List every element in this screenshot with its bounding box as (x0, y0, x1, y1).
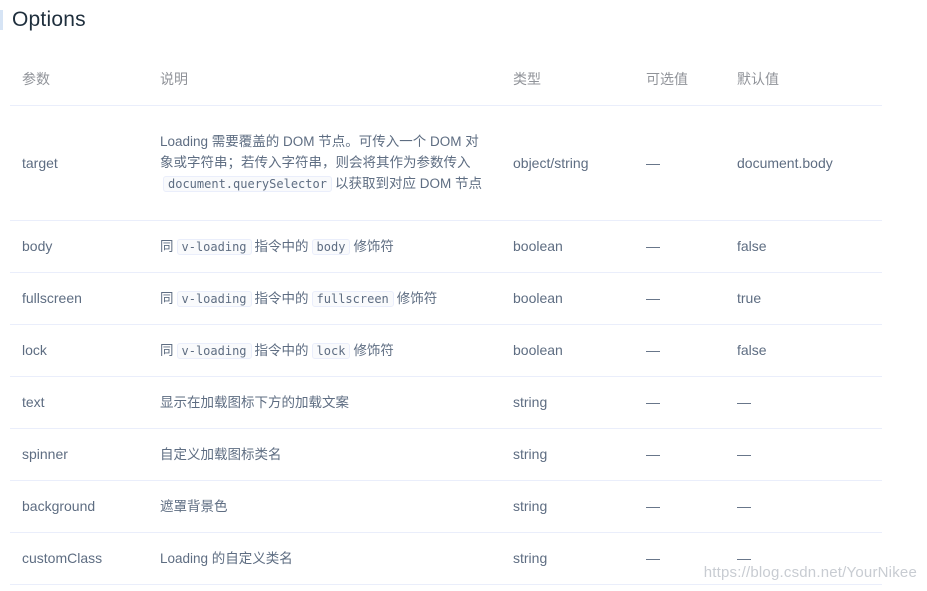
type-cell: string (501, 532, 634, 585)
code-snippet: v-loading (176, 290, 252, 307)
section-header: Options (0, 6, 86, 34)
type-cell: boolean (501, 220, 634, 273)
default-cell: document.body (725, 105, 882, 221)
description-text: 修饰符 (396, 290, 438, 306)
code-snippet: lock (311, 342, 351, 359)
section-title: Options (12, 8, 86, 31)
description-cell: 同 v-loading 指令中的 lock 修饰符 (148, 324, 501, 377)
options-cell: — (634, 105, 725, 221)
code-snippet: fullscreen (311, 290, 394, 307)
table-row: body 同 v-loading 指令中的 body 修饰符 boolean — fal… (10, 220, 882, 273)
param-cell: body (10, 220, 148, 273)
description-text: 指令中的 (254, 342, 309, 358)
code-snippet: body (311, 238, 351, 255)
header-options: 可选值 (634, 53, 725, 106)
options-cell: — (634, 376, 725, 429)
type-cell: object/string (501, 105, 634, 221)
page: Options 参数 说明 类型 可选值 默认值 target Loading … (0, 0, 927, 591)
param-cell: background (10, 480, 148, 533)
watermark-text: https://blog.csdn.net/YourNikee (703, 564, 917, 581)
code-snippet: document.querySelector (163, 176, 332, 192)
param-cell: spinner (10, 428, 148, 481)
options-table: 参数 说明 类型 可选值 默认值 target Loading 需要覆盖的 DO… (10, 53, 882, 585)
description-cell: 显示在加载图标下方的加载文案 (148, 376, 501, 429)
description-cell: 自定义加载图标类名 (148, 428, 501, 481)
table-row: text 显示在加载图标下方的加载文案 string — — (10, 376, 882, 429)
header-default: 默认值 (725, 53, 882, 106)
description-cell: Loading 的自定义类名 (148, 532, 501, 585)
options-cell: — (634, 324, 725, 377)
table-row: lock 同 v-loading 指令中的 lock 修饰符 boolean — fal… (10, 324, 882, 377)
param-cell: target (10, 105, 148, 221)
description-text: 以获取到对应 DOM 节点 (334, 176, 482, 191)
table-row: spinner 自定义加载图标类名 string — — (10, 428, 882, 481)
description-cell: 同 v-loading 指令中的 body 修饰符 (148, 220, 501, 273)
code-snippet: v-loading (176, 238, 252, 255)
table-row: fullscreen 同 v-loading 指令中的 fullscreen 修饰符 b… (10, 272, 882, 325)
default-cell: — (725, 428, 882, 481)
header-description: 说明 (148, 53, 501, 106)
description-text: 修饰符 (353, 342, 394, 358)
header-param: 参数 (10, 53, 148, 106)
table-row: background 遮罩背景色 string — — (10, 480, 882, 533)
param-cell: lock (10, 324, 148, 377)
type-cell: boolean (501, 324, 634, 377)
description-text: 同 (160, 342, 174, 358)
options-cell: — (634, 428, 725, 481)
table-header-row: 参数 说明 类型 可选值 默认值 (10, 53, 882, 106)
description-text: 同 (160, 290, 174, 306)
code-snippet: v-loading (176, 342, 252, 359)
type-cell: boolean (501, 272, 634, 325)
description-text: 修饰符 (353, 238, 394, 254)
default-cell: true (725, 272, 882, 325)
description-text: 同 (160, 238, 174, 254)
param-cell: customClass (10, 532, 148, 585)
param-cell: fullscreen (10, 272, 148, 325)
description-cell: 同 v-loading 指令中的 fullscreen 修饰符 (148, 272, 501, 325)
description-cell: 遮罩背景色 (148, 480, 501, 533)
options-cell: — (634, 220, 725, 273)
options-cell: — (634, 480, 725, 533)
description-text: Loading 需要覆盖的 DOM 节点。可传入一个 DOM 对象或字符串；若传… (160, 134, 479, 170)
description-text: 指令中的 (254, 238, 309, 254)
type-cell: string (501, 376, 634, 429)
description-cell: Loading 需要覆盖的 DOM 节点。可传入一个 DOM 对象或字符串；若传… (148, 105, 501, 221)
param-cell: text (10, 376, 148, 429)
default-cell: false (725, 220, 882, 273)
options-cell: — (634, 272, 725, 325)
header-type: 类型 (501, 53, 634, 106)
default-cell: false (725, 324, 882, 377)
type-cell: string (501, 428, 634, 481)
table-row: target Loading 需要覆盖的 DOM 节点。可传入一个 DOM 对象… (10, 105, 882, 221)
title-accent-bar (0, 10, 3, 30)
description-text: 指令中的 (254, 290, 309, 306)
default-cell: — (725, 376, 882, 429)
default-cell: — (725, 480, 882, 533)
type-cell: string (501, 480, 634, 533)
